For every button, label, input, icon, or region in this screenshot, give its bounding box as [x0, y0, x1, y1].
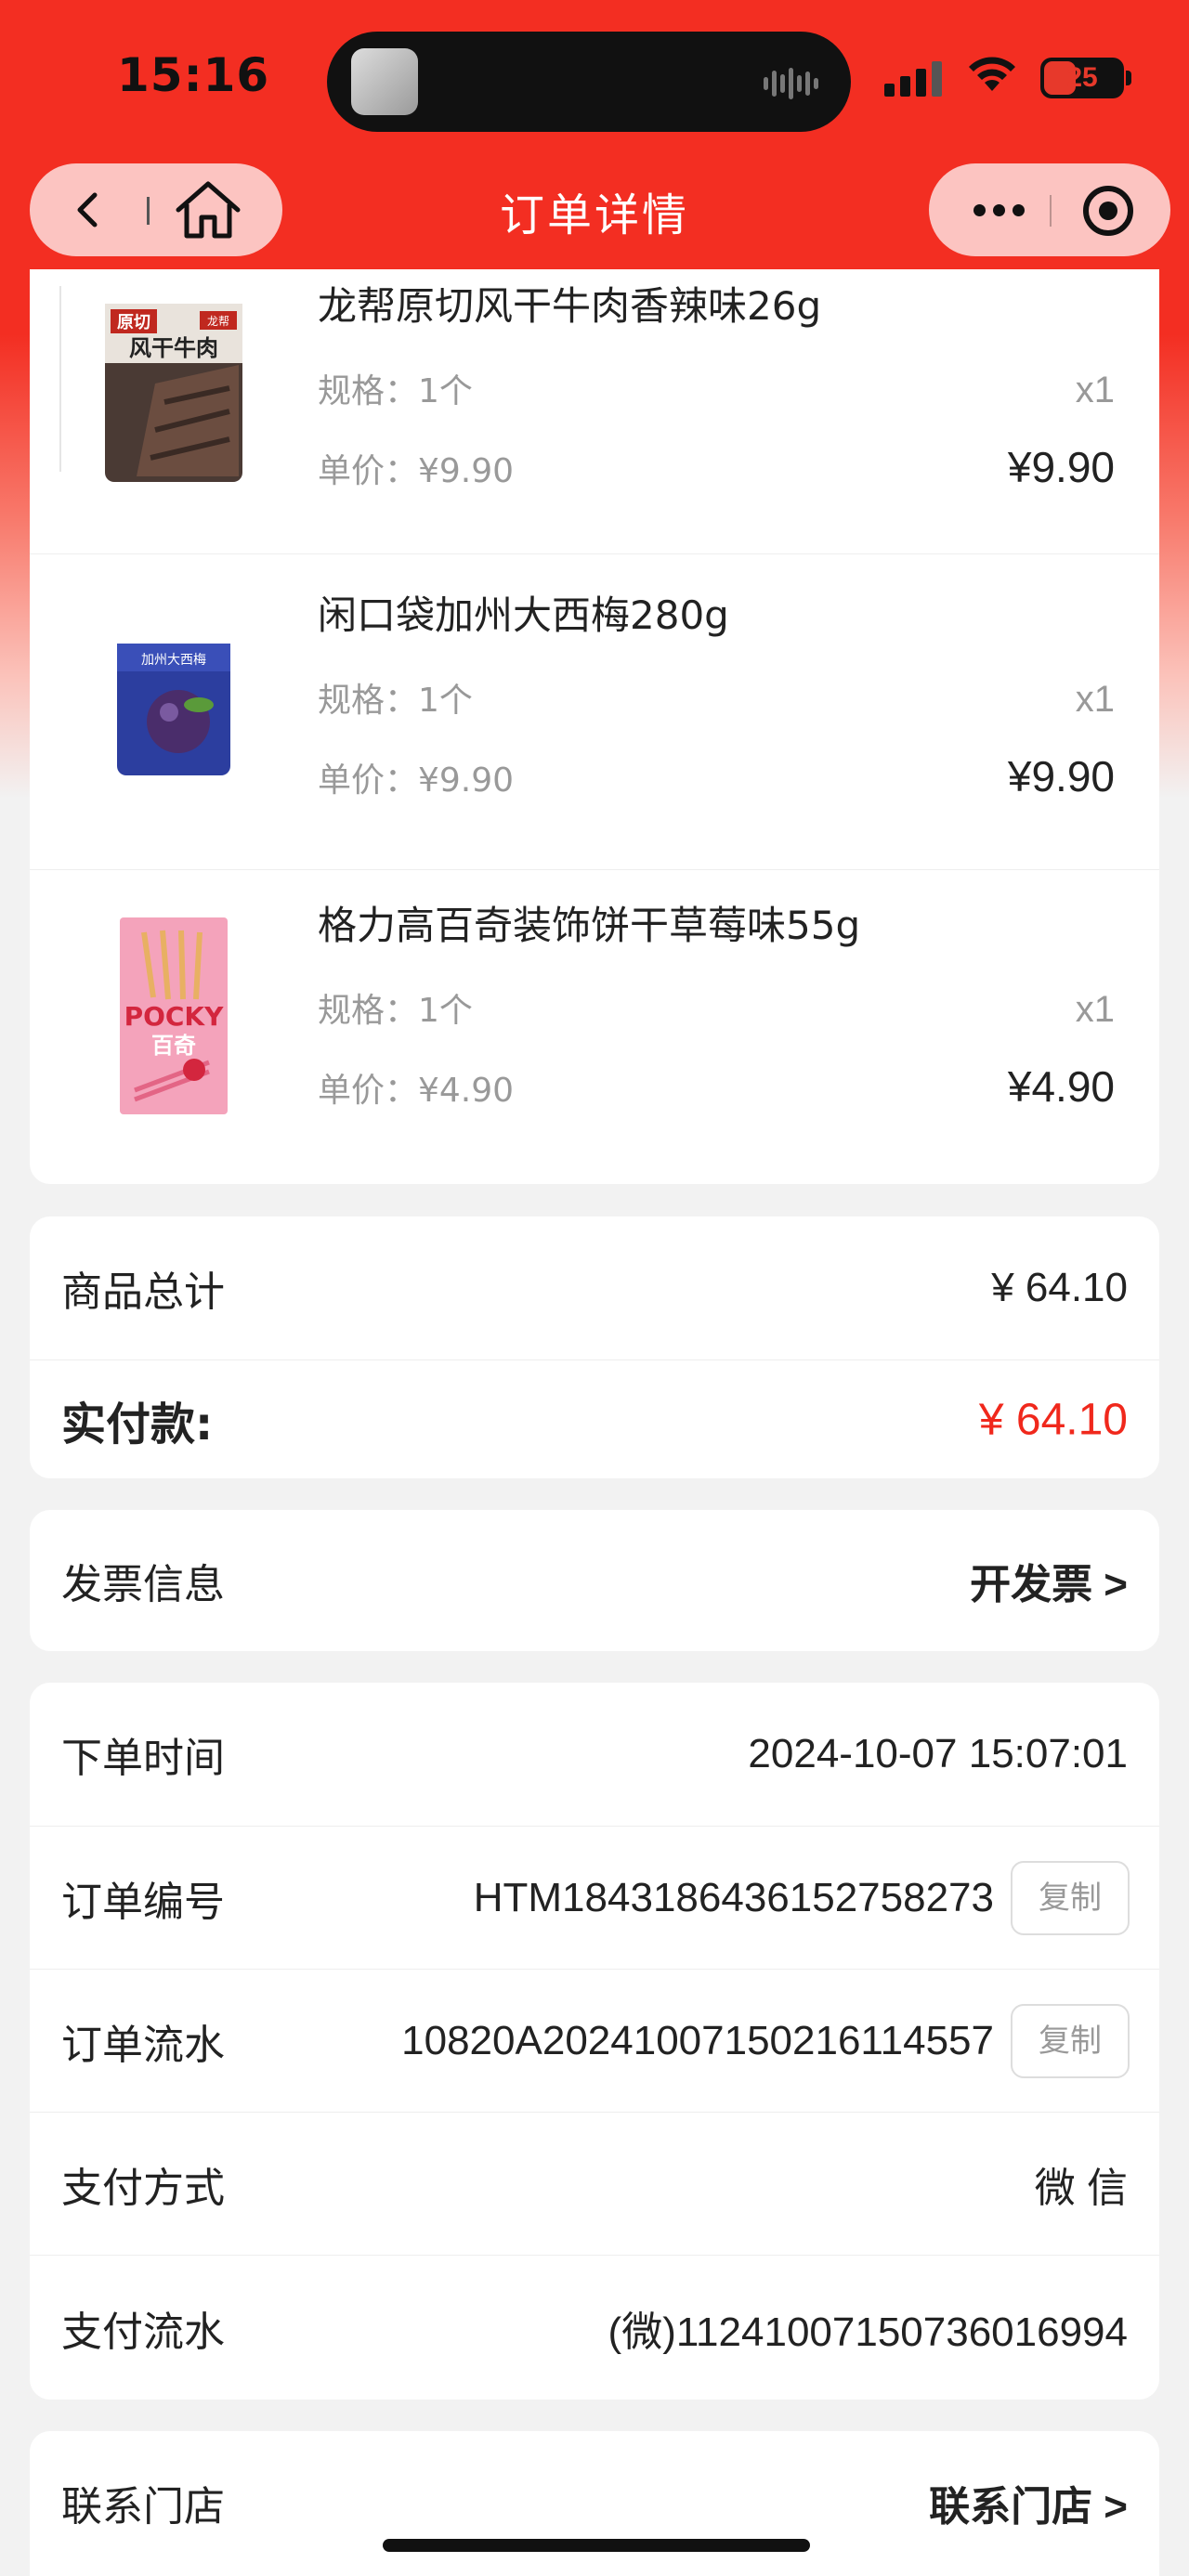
cellular-signal-icon	[884, 56, 942, 97]
product-qty: x1	[1075, 370, 1115, 410]
home-indicator	[383, 2539, 810, 2552]
product-total: ¥9.90	[1007, 443, 1115, 491]
payment-method-row: 支付方式 微 信	[30, 2112, 1159, 2255]
product-image: 加州大西梅	[85, 603, 262, 816]
payment-flow-value: (微)11241007150736016994	[608, 2309, 1128, 2355]
order-time-value: 2024-10-07 15:07:01	[748, 1731, 1128, 1776]
order-info-card: 下单时间 2024-10-07 15:07:01 订单编号 HTM1843186…	[30, 1683, 1159, 2400]
close-target-icon[interactable]	[1083, 186, 1133, 236]
svg-text:龙帮: 龙帮	[207, 315, 229, 328]
subtotal-row: 商品总计 ¥ 64.10	[30, 1216, 1159, 1360]
product-name: 龙帮原切风干牛肉香辣味26g	[318, 283, 822, 329]
audio-wave-icon	[764, 67, 823, 100]
issue-invoice-link[interactable]: 开发票 >	[970, 1551, 1128, 1610]
product-unit-price: 单价：¥9.90	[318, 761, 515, 800]
wifi-icon	[969, 57, 1015, 91]
product-unit-price: 单价：¥9.90	[318, 452, 515, 490]
paid-value: ¥ 64.10	[978, 1395, 1128, 1444]
product-qty: x1	[1075, 989, 1115, 1030]
svg-text:POCKY: POCKY	[124, 1001, 225, 1032]
product-total: ¥9.90	[1007, 752, 1115, 800]
svg-text:风干牛肉: 风干牛肉	[129, 335, 218, 361]
order-flow-row: 订单流水 10820A20241007150216114557 复制	[30, 1969, 1159, 2112]
payment-method-label: 支付方式	[61, 2164, 225, 2212]
product-unit-price: 单价：¥4.90	[318, 1072, 515, 1110]
pocky-box-image: POCKY 百奇	[120, 917, 228, 1114]
nav-bar: 订单详情	[0, 158, 1189, 262]
order-flow-value: 10820A20241007150216114557	[401, 2017, 994, 2063]
order-number-value: HTM1843186436152758273	[473, 1874, 994, 1920]
svg-text:原切: 原切	[117, 313, 150, 332]
nav-right-capsule	[929, 163, 1170, 256]
battery-level-text: 25	[1066, 62, 1098, 93]
invoice-label: 发票信息	[61, 1561, 225, 1608]
product-image: 原切 龙帮 风干牛肉	[85, 286, 262, 500]
list-item[interactable]: POCKY 百奇 格力高百奇装饰饼干草莓味55g 规格：1个 x1 单价：¥4.…	[30, 869, 1159, 1183]
product-spec: 规格：1个	[318, 682, 473, 720]
svg-text:百奇: 百奇	[151, 1033, 196, 1059]
svg-text:加州大西梅: 加州大西梅	[141, 653, 206, 668]
product-image: POCKY 百奇	[85, 909, 262, 1123]
dynamic-island	[327, 32, 851, 132]
copy-order-number-button[interactable]: 复制	[1011, 1861, 1130, 1935]
product-spec: 规格：1个	[318, 992, 473, 1030]
subtotal-label: 商品总计	[61, 1268, 225, 1316]
list-item[interactable]: 原切 龙帮 风干牛肉 龙帮原切风干牛肉香辣味26g 规格：1个 x1 单价：¥9…	[30, 267, 1159, 581]
copy-order-flow-button[interactable]: 复制	[1011, 2004, 1130, 2078]
invoice-card: 发票信息 开发票 >	[30, 1510, 1159, 1651]
payment-flow-row: 支付流水 (微)11241007150736016994	[30, 2255, 1159, 2400]
order-number-label: 订单编号	[61, 1878, 225, 1926]
subtotal-value: ¥ 64.10	[991, 1265, 1128, 1310]
product-qty: x1	[1075, 679, 1115, 720]
product-name: 格力高百奇装饰饼干草莓味55g	[318, 903, 861, 948]
status-time: 15:16	[117, 48, 270, 102]
invoice-row[interactable]: 发票信息 开发票 >	[30, 1510, 1159, 1651]
contact-store-card: 联系门店 联系门店 >	[30, 2431, 1159, 2576]
order-time-label: 下单时间	[61, 1735, 225, 1782]
beef-jerky-package-image: 原切 龙帮 风干牛肉	[105, 304, 242, 482]
payment-flow-label: 支付流水	[61, 2308, 225, 2356]
price-summary-card: 商品总计 ¥ 64.10 实付款: ¥ 64.10	[30, 1216, 1159, 1478]
list-item[interactable]: 加州大西梅 闲口袋加州大西梅280g 规格：1个 x1 单价：¥9.90 ¥9.…	[30, 553, 1159, 867]
now-playing-thumbnail	[351, 48, 418, 115]
contact-store-row[interactable]: 联系门店 联系门店 >	[30, 2431, 1159, 2574]
status-bar: 15:16 25	[0, 0, 1189, 158]
paid-label: 实付款:	[61, 1398, 214, 1451]
paid-row: 实付款: ¥ 64.10	[30, 1360, 1159, 1478]
contact-store-label: 联系门店	[61, 2483, 225, 2530]
more-dots-icon[interactable]	[957, 182, 1040, 238]
prune-package-image: 加州大西梅	[117, 644, 230, 775]
battery-icon: 25	[1040, 58, 1124, 98]
product-list: 原切 龙帮 风干牛肉 龙帮原切风干牛肉香辣味26g 规格：1个 x1 单价：¥9…	[30, 269, 1159, 1184]
product-name: 闲口袋加州大西梅280g	[318, 592, 729, 638]
order-time-row: 下单时间 2024-10-07 15:07:01	[30, 1683, 1159, 1826]
order-flow-label: 订单流水	[61, 2021, 225, 2069]
product-spec: 规格：1个	[318, 372, 473, 410]
payment-method-value: 微 信	[1034, 2165, 1128, 2211]
order-number-row: 订单编号 HTM1843186436152758273 复制	[30, 1826, 1159, 1969]
contact-store-link[interactable]: 联系门店 >	[929, 2473, 1128, 2532]
product-total: ¥4.90	[1007, 1062, 1115, 1111]
